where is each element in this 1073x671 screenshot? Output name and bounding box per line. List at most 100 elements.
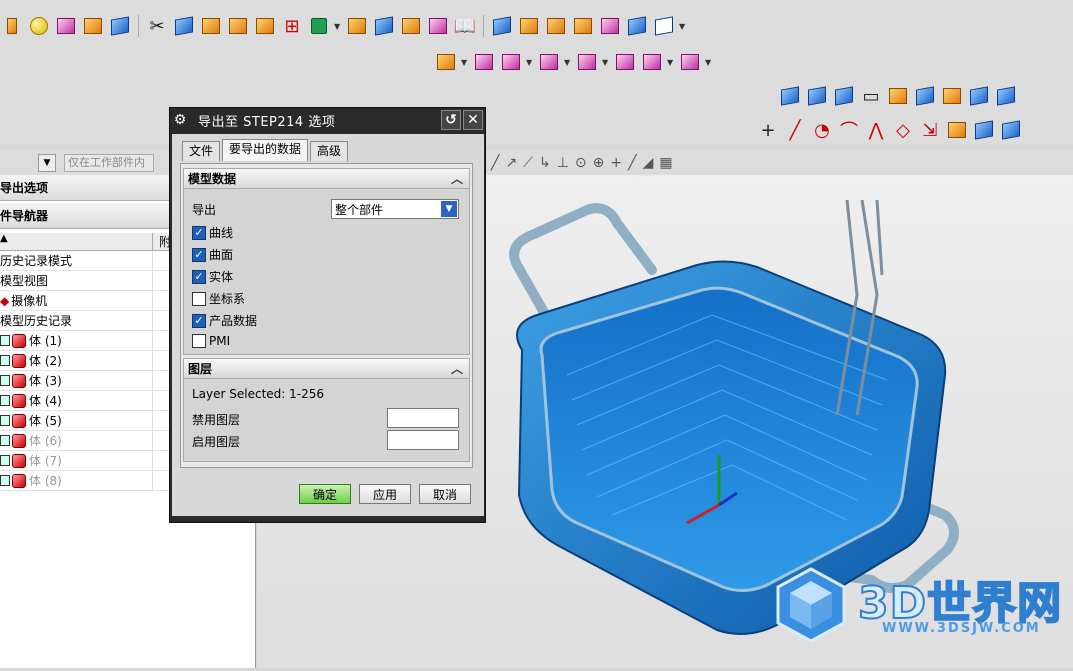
cancel-button[interactable]: 取消 (419, 484, 471, 504)
pad-icon[interactable] (81, 14, 105, 38)
dropdown-icon[interactable]: ▼ (705, 58, 713, 67)
rib-icon[interactable] (544, 14, 568, 38)
arc-icon[interactable]: ◔ (810, 118, 834, 142)
close-icon[interactable]: ✕ (463, 110, 483, 130)
face-blend-icon[interactable] (598, 14, 622, 38)
thicken-icon[interactable] (253, 14, 277, 38)
dropdown-icon[interactable]: ▼ (564, 58, 572, 67)
gear-icon[interactable]: ⚙ (170, 112, 190, 128)
dropdown-icon[interactable]: ▼ (461, 58, 469, 67)
enable-layer-input[interactable] (387, 430, 459, 450)
blend-icon[interactable] (372, 14, 396, 38)
filter-dropdown[interactable]: ▼ (38, 153, 56, 172)
surface-icon[interactable] (345, 14, 369, 38)
mesh-surface-icon[interactable] (805, 84, 829, 108)
visibility-checkbox[interactable] (0, 395, 10, 406)
dropdown-icon[interactable]: ▼ (602, 58, 610, 67)
model-data-header[interactable]: 模型数据 ︿ (184, 169, 469, 189)
option-checkbox[interactable]: ✓ (192, 269, 206, 284)
visibility-checkbox[interactable] (0, 455, 10, 466)
offset-region-icon[interactable] (575, 50, 599, 74)
bridge-icon[interactable] (940, 84, 964, 108)
option-checkbox[interactable]: ✓ (192, 247, 206, 262)
split-icon[interactable] (625, 14, 649, 38)
dropdown-icon[interactable]: ▼ (679, 22, 687, 31)
analysis-icon[interactable]: ▭ (859, 84, 883, 108)
option-checkbox[interactable]: ✓ (192, 313, 206, 328)
surface-more-icon[interactable] (994, 84, 1018, 108)
mirror-icon[interactable] (426, 14, 450, 38)
tab-advanced[interactable]: 高级 (310, 141, 349, 161)
visibility-checkbox[interactable] (0, 475, 10, 486)
export-option-row[interactable]: PMI (192, 334, 230, 348)
block-icon[interactable] (54, 14, 78, 38)
visibility-checkbox[interactable] (0, 415, 10, 426)
tab-file[interactable]: 文件 (182, 141, 221, 161)
point-icon[interactable]: + (756, 118, 780, 142)
export-option-row[interactable]: ✓ 实体 (192, 268, 233, 285)
edge-blend-icon[interactable] (571, 14, 595, 38)
snap-end-icon[interactable]: ↗ (505, 155, 517, 171)
sphere-icon[interactable] (27, 14, 51, 38)
snap-grid-icon[interactable]: ▦ (659, 155, 672, 171)
snap-mid-icon[interactable]: ⟋ (523, 155, 533, 171)
visibility-checkbox[interactable] (0, 335, 10, 346)
shape-icon[interactable] (307, 14, 331, 38)
sew-icon[interactable] (199, 14, 223, 38)
replace-face-icon[interactable] (499, 50, 523, 74)
dialog-titlebar[interactable]: ⚙ 导出至 STEP214 选项 ↺ ✕ (170, 108, 485, 132)
curve-surface-icon[interactable] (778, 84, 802, 108)
feature-icon[interactable] (0, 14, 24, 38)
cube-outline-icon[interactable] (652, 14, 676, 38)
pattern-icon[interactable]: ⊞ (280, 14, 304, 38)
offset-curve-icon[interactable]: ⇲ (918, 118, 942, 142)
edit-icon[interactable] (172, 14, 196, 38)
trim-icon[interactable]: ✂ (145, 14, 169, 38)
snap-curve-icon[interactable]: ╱ (628, 155, 636, 171)
delete-face-icon[interactable] (472, 50, 496, 74)
pattern-face-icon[interactable] (640, 50, 664, 74)
chamfer-icon[interactable] (490, 14, 514, 38)
option-checkbox[interactable]: ✓ (192, 225, 206, 240)
visibility-checkbox[interactable] (0, 375, 10, 386)
section-curve-icon[interactable] (999, 118, 1023, 142)
ok-button[interactable]: 确定 (299, 484, 351, 504)
export-option-row[interactable]: 坐标系 (192, 290, 245, 307)
snap-tangent-icon[interactable]: ↳ (539, 155, 551, 171)
draft-icon[interactable] (399, 14, 423, 38)
shell-icon[interactable] (517, 14, 541, 38)
snap-perp-icon[interactable]: ⊥ (557, 155, 569, 171)
offset-icon[interactable] (226, 14, 250, 38)
chevron-down-icon[interactable]: ▼ (441, 201, 457, 217)
layer-header[interactable]: 图层 ︿ (184, 359, 469, 379)
disable-layer-input[interactable] (387, 408, 459, 428)
snap-line-icon[interactable]: ╱ (491, 155, 499, 171)
reorder-icon[interactable] (678, 50, 702, 74)
snap-point-icon[interactable]: + (610, 155, 622, 171)
export-option-row[interactable]: ✓ 产品数据 (192, 312, 257, 329)
helix-icon[interactable]: ◇ (891, 118, 915, 142)
project-curve-icon[interactable] (945, 118, 969, 142)
snap-center-icon[interactable]: ⊙ (575, 155, 587, 171)
filter-scope-field[interactable]: 仅在工作部件内 (64, 153, 154, 172)
snap-quadrant-icon[interactable]: ⊕ (593, 155, 605, 171)
export-option-row[interactable]: ✓ 曲面 (192, 246, 233, 263)
name-column-header[interactable]: ▲ (0, 233, 153, 250)
law-extension-icon[interactable] (967, 84, 991, 108)
intersect-curve-icon[interactable] (972, 118, 996, 142)
dropdown-icon[interactable]: ▼ (667, 58, 675, 67)
option-checkbox[interactable] (192, 291, 206, 306)
option-checkbox[interactable] (192, 334, 206, 348)
studio-spline-icon[interactable]: ⋀ (864, 118, 888, 142)
dropdown-icon[interactable]: ▼ (334, 22, 342, 31)
extrude-icon[interactable] (108, 14, 132, 38)
group-face-icon[interactable] (613, 50, 637, 74)
book-icon[interactable]: 📖 (453, 14, 477, 38)
snap-face-icon[interactable]: ◢ (643, 155, 654, 171)
tube-icon[interactable] (913, 84, 937, 108)
visibility-checkbox[interactable] (0, 435, 10, 446)
dropdown-icon[interactable]: ▼ (526, 58, 534, 67)
resize-face-icon[interactable] (537, 50, 561, 74)
reset-icon[interactable]: ↺ (441, 110, 461, 130)
export-scope-select[interactable]: 整个部件 ▼ (331, 199, 459, 219)
